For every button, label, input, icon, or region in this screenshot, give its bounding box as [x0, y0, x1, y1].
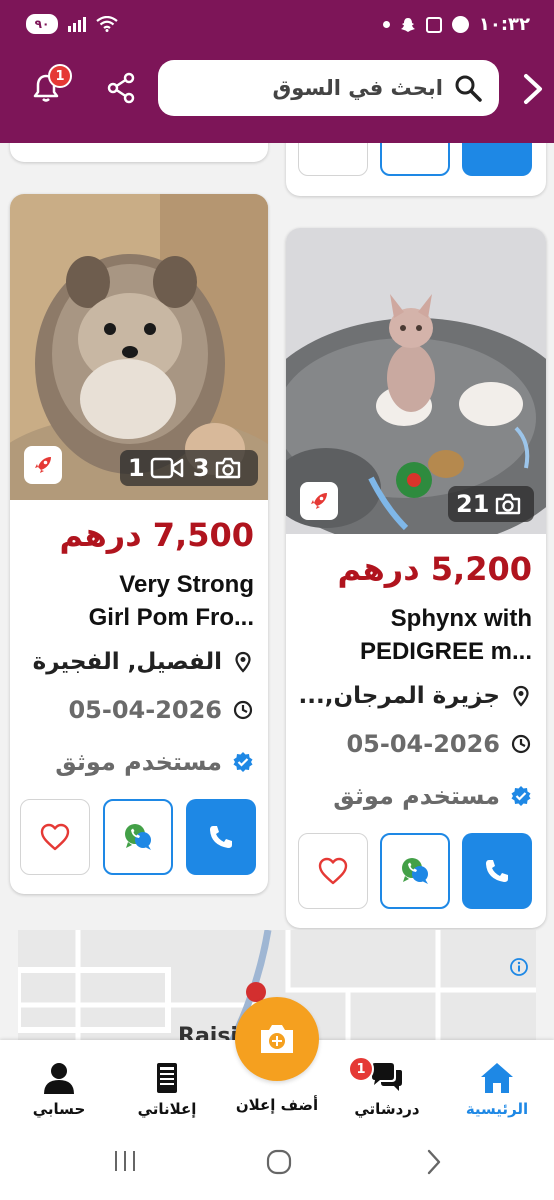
nav-label: دردشاتي [354, 1100, 420, 1118]
camera-add-icon [261, 1025, 293, 1053]
notification-badge: 1 [48, 64, 72, 88]
listing-date: 05-04-2026 [68, 696, 222, 724]
status-left: ٩٠ [26, 14, 118, 34]
nav-my-ads[interactable]: إعلاناتي [122, 1060, 212, 1118]
nav-label: إعلاناتي [137, 1100, 197, 1118]
listing-title-line: PEDIGREE m... [359, 638, 532, 665]
verified-row: مستخدم موثق [296, 780, 532, 812]
camera-icon [216, 457, 241, 479]
home-icon [481, 1063, 513, 1093]
clock-icon [233, 700, 253, 720]
home-button-icon[interactable] [265, 1148, 293, 1176]
system-navigation-bar [0, 1128, 554, 1200]
date-row: 05-04-2026 [20, 694, 254, 726]
person-icon [44, 1063, 74, 1094]
date-row: 05-04-2026 [296, 728, 532, 760]
snapchat-icon [400, 17, 415, 32]
call-button[interactable] [186, 799, 256, 875]
listing-location: الفصيل, الفجيرة [32, 649, 222, 675]
wifi-icon [96, 16, 118, 32]
listing-title-line: Very Strong [119, 571, 254, 598]
recent-apps-icon[interactable] [112, 1148, 138, 1174]
nav-home[interactable]: الرئيسية [452, 1060, 542, 1118]
rocket-icon [35, 457, 51, 473]
phone-icon [486, 860, 508, 882]
media-count-pill: 21 [448, 486, 534, 522]
chat-badge: 1 [348, 1056, 374, 1082]
my-ads-icon [157, 1063, 177, 1093]
nav-account[interactable]: حسابي [14, 1060, 104, 1118]
pocket-icon [425, 16, 442, 33]
boost-badge [24, 446, 62, 484]
listing-card[interactable]: 21 5,200 درهم Sphynx with PEDIGREE m... … [286, 228, 546, 928]
verified-badge-icon [511, 786, 531, 806]
listing-title-line: Sphynx with [390, 605, 532, 632]
share-icon[interactable] [105, 72, 137, 104]
listing-title[interactable]: Sphynx with PEDIGREE m... [300, 602, 532, 668]
listing-date: 05-04-2026 [346, 730, 500, 758]
heart-icon [40, 823, 70, 851]
verified-badge-icon [233, 752, 253, 772]
pinterest-icon [451, 16, 469, 33]
whatsapp-button[interactable] [380, 833, 450, 909]
back-button-icon[interactable] [424, 1148, 444, 1176]
listing-title-line: Girl Pom Fro... [88, 604, 254, 631]
media-count-pill: 1 3 [120, 450, 258, 486]
video-count: 1 [128, 454, 145, 482]
heart-icon [318, 857, 348, 885]
verified-user-label: مستخدم موثق [333, 782, 500, 810]
whatsapp-icon [402, 858, 428, 884]
location-pin-icon [513, 685, 529, 707]
status-time: ١٠:٣٢ [478, 14, 530, 35]
phone-icon [210, 826, 232, 848]
listing-title[interactable]: Very Strong Girl Pom Fro... [24, 568, 254, 634]
verified-user-label: مستخدم موثق [55, 748, 222, 776]
listing-location: جزيرة المرجان,... [298, 683, 500, 709]
rocket-icon [311, 493, 327, 509]
camera-icon [496, 493, 521, 515]
boost-badge [300, 482, 338, 520]
whatsapp-button[interactable] [103, 799, 173, 875]
location-pin-icon [235, 651, 251, 673]
location-row: جزيرة المرجان,... [296, 680, 532, 712]
clock-icon [511, 734, 531, 754]
nav-label: أضف إعلان [235, 1096, 319, 1114]
battery-indicator: ٩٠ [26, 14, 58, 34]
notification-dot-icon [382, 21, 390, 28]
listing-price: 7,500 درهم [59, 516, 254, 554]
location-row: الفصيل, الفجيرة [20, 646, 254, 678]
status-right: ١٠:٣٢ [382, 14, 530, 35]
signal-icon [68, 17, 86, 32]
nav-label: الرئيسية [465, 1100, 529, 1118]
photo-count: 21 [456, 490, 490, 518]
listing-price: 5,200 درهم [337, 550, 532, 588]
whatsapp-icon [125, 824, 151, 850]
app-header: ٩٠ ١٠:٣٢ 1 ابحث في السوق [0, 0, 554, 143]
ad-info-icon[interactable] [510, 958, 528, 976]
nav-label: حسابي [32, 1100, 86, 1118]
search-bar[interactable]: ابحث في السوق [158, 60, 499, 116]
chat-icon [372, 1063, 402, 1091]
listing-card[interactable]: 1 3 7,500 درهم Very Strong Girl Pom Fro.… [10, 194, 268, 894]
favorite-button[interactable] [20, 799, 90, 875]
call-button[interactable] [462, 833, 532, 909]
video-camera-icon [150, 457, 183, 479]
search-icon [455, 75, 482, 102]
photo-count: 3 [192, 454, 210, 482]
search-placeholder[interactable]: ابحث في السوق [273, 76, 443, 100]
favorite-button[interactable] [298, 833, 368, 909]
status-bar: ٩٠ ١٠:٣٢ [0, 0, 554, 50]
chevron-right-icon[interactable] [520, 72, 546, 106]
add-listing-button[interactable] [235, 997, 319, 1081]
verified-row: مستخدم موثق [20, 746, 254, 778]
